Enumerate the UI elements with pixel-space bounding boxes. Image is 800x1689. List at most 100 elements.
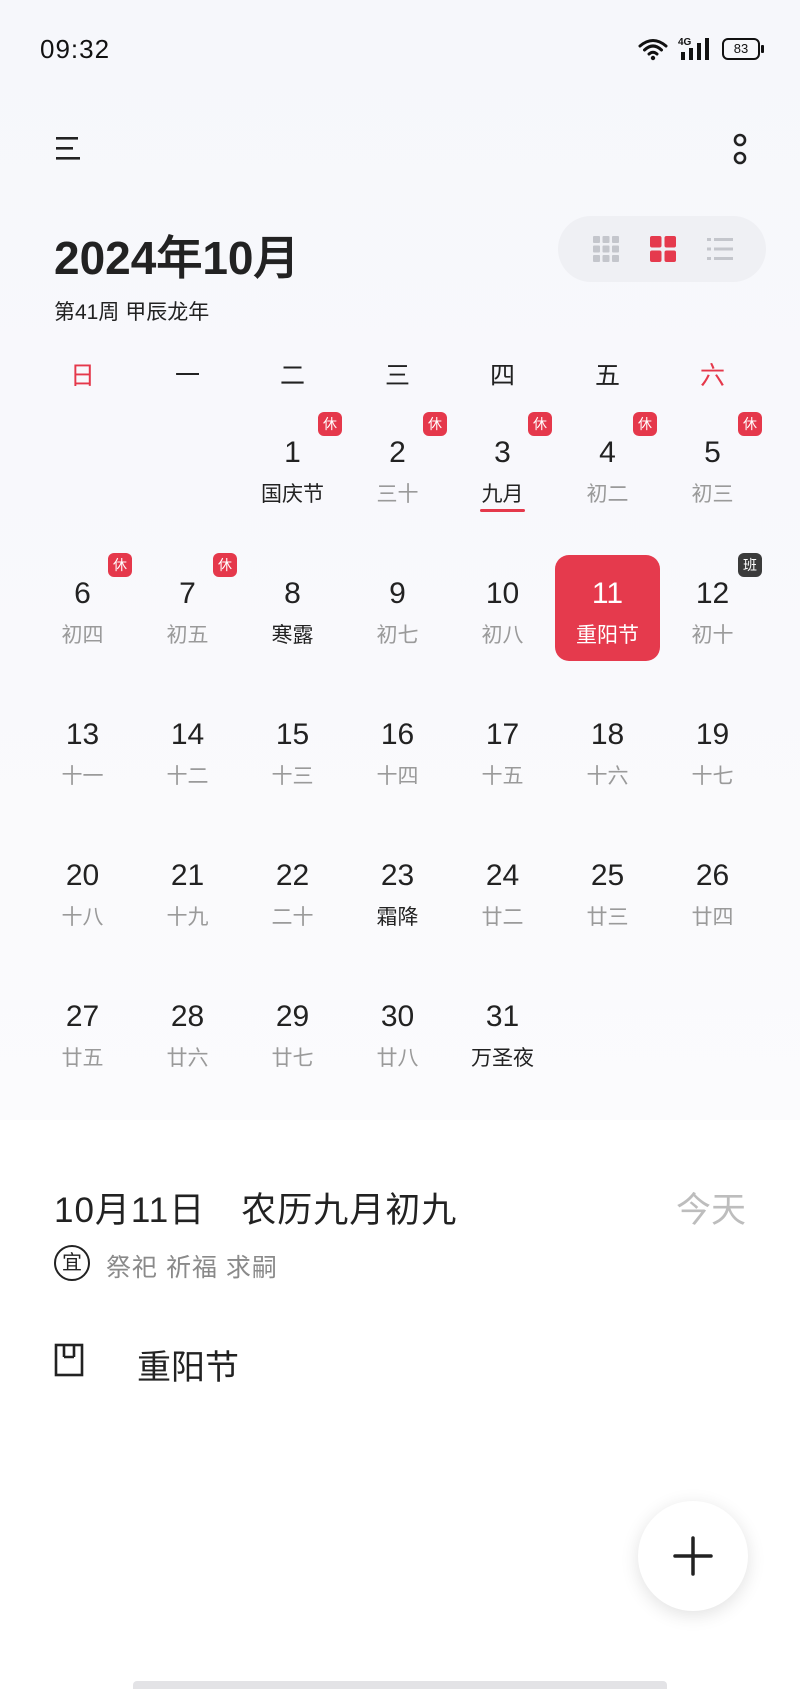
day-cell-14[interactable]: 14 十二 xyxy=(135,696,240,802)
view-list-button[interactable] xyxy=(704,233,736,265)
day-number: 26 xyxy=(695,859,730,892)
day-number: 5 xyxy=(704,436,721,469)
lunar-label: 廿二 xyxy=(481,906,524,929)
day-number: 13 xyxy=(65,718,100,751)
network-type: 4G xyxy=(678,37,692,48)
day-number: 25 xyxy=(590,859,625,892)
day-number: 2 xyxy=(389,436,406,469)
day-cell-15[interactable]: 15 十三 xyxy=(240,696,345,802)
selected-date: 10月11日 农历九月初九 xyxy=(54,1191,458,1230)
lunar-label: 十四 xyxy=(376,765,419,788)
day-number: 19 xyxy=(695,718,730,751)
battery-level: 83 xyxy=(733,41,749,56)
day-number: 4 xyxy=(599,436,616,469)
battery-icon: 83 xyxy=(722,38,764,60)
weekday-mon: 一 xyxy=(174,362,200,390)
holiday-badge: 休 xyxy=(108,553,132,577)
day-cell-27[interactable]: 27 廿五 xyxy=(30,978,135,1084)
view-grid-button[interactable] xyxy=(647,233,679,265)
day-cell-31[interactable]: 31 万圣夜 xyxy=(450,978,555,1084)
day-number: 6 xyxy=(74,577,91,610)
lunar-label: 初八 xyxy=(481,624,524,647)
day-cell-6[interactable]: 6 初四 休 xyxy=(30,553,135,661)
weekday-fri: 五 xyxy=(594,362,620,390)
weekday-sat: 六 xyxy=(699,362,725,390)
day-cell-28[interactable]: 28 廿六 xyxy=(135,978,240,1084)
day-cell-4[interactable]: 4 初二 休 xyxy=(555,412,660,520)
day-cell-2[interactable]: 2 三十 休 xyxy=(345,412,450,520)
day-cell-21[interactable]: 21 十九 xyxy=(135,837,240,943)
holiday-badge: 休 xyxy=(738,412,762,436)
more-button[interactable] xyxy=(728,132,752,168)
today-button[interactable]: 今天 xyxy=(676,1182,746,1233)
day-number: 24 xyxy=(485,859,520,892)
day-number: 20 xyxy=(65,859,100,892)
lunar-label: 十二 xyxy=(166,765,209,788)
holiday-name[interactable]: 重阳节 xyxy=(137,1340,239,1389)
day-cell-16[interactable]: 16 十四 xyxy=(345,696,450,802)
lunar-label: 廿六 xyxy=(166,1047,209,1070)
lunar-label: 十一 xyxy=(61,765,104,788)
day-cell-12[interactable]: 12 初十 班 xyxy=(660,553,765,661)
lunar-label: 初三 xyxy=(691,483,734,506)
day-cell-13[interactable]: 13 十一 xyxy=(30,696,135,802)
yi-activities: 祭祀 祈福 求嗣 xyxy=(106,1254,278,1282)
lunar-label: 初四 xyxy=(61,624,104,647)
day-cell-25[interactable]: 25 廿三 xyxy=(555,837,660,943)
day-cell-17[interactable]: 17 十五 xyxy=(450,696,555,802)
day-cell-1[interactable]: 1 国庆节 休 xyxy=(240,412,345,520)
day-cell-7[interactable]: 7 初五 休 xyxy=(135,553,240,661)
day-cell-18[interactable]: 18 十六 xyxy=(555,696,660,802)
dense-grid-icon xyxy=(593,236,619,262)
day-number: 16 xyxy=(380,718,415,751)
holiday-badge: 休 xyxy=(528,412,552,436)
lunar-label: 初二 xyxy=(586,483,629,506)
day-cell-30[interactable]: 30 廿八 xyxy=(345,978,450,1084)
day-cell-8[interactable]: 8 寒露 xyxy=(240,555,345,661)
day-cell-19[interactable]: 19 十七 xyxy=(660,696,765,802)
lunar-label: 十八 xyxy=(61,906,104,929)
day-cell-22[interactable]: 22 二十 xyxy=(240,837,345,943)
day-number: 12 xyxy=(695,577,730,610)
lunar-label: 廿五 xyxy=(61,1047,104,1070)
lunar-label: 重阳节 xyxy=(576,624,639,647)
day-number: 7 xyxy=(179,577,196,610)
menu-button[interactable] xyxy=(54,134,82,162)
weekday-tue: 二 xyxy=(279,362,305,390)
day-cell-3[interactable]: 3 九月 休 xyxy=(450,412,555,520)
cellular-signal-icon: 4G xyxy=(678,37,709,60)
day-cell-11[interactable]: 11 重阳节 xyxy=(555,555,660,661)
day-cell-5[interactable]: 5 初三 休 xyxy=(660,412,765,520)
day-cell-10[interactable]: 10 初八 xyxy=(450,555,555,661)
view-dense-grid-button[interactable] xyxy=(590,233,622,265)
day-cell-29[interactable]: 29 廿七 xyxy=(240,978,345,1084)
lunar-label: 初七 xyxy=(376,624,419,647)
month-title[interactable]: 2024年10月 xyxy=(54,222,300,288)
day-number: 29 xyxy=(275,1000,310,1033)
day-cell-9[interactable]: 9 初七 xyxy=(345,555,450,661)
week-info: 第41周 甲辰龙年 xyxy=(54,301,210,324)
day-number: 28 xyxy=(170,1000,205,1033)
day-cell-20[interactable]: 20 十八 xyxy=(30,837,135,943)
day-cell-23[interactable]: 23 霜降 xyxy=(345,837,450,943)
lunar-label: 十三 xyxy=(271,765,314,788)
day-number: 17 xyxy=(485,718,520,751)
day-number: 3 xyxy=(494,436,511,469)
day-number: 11 xyxy=(591,577,624,610)
lunar-label: 初五 xyxy=(166,624,209,647)
lunar-label: 九月 xyxy=(481,483,524,506)
day-number: 18 xyxy=(590,718,625,751)
weekday-wed: 三 xyxy=(384,362,410,390)
lunar-label: 廿八 xyxy=(376,1047,419,1070)
add-event-button[interactable] xyxy=(638,1501,748,1611)
plus-icon xyxy=(673,1536,713,1576)
holiday-flag-icon xyxy=(54,1343,84,1377)
day-cell-26[interactable]: 26 廿四 xyxy=(660,837,765,943)
holiday-badge: 休 xyxy=(423,412,447,436)
day-number: 1 xyxy=(284,436,301,469)
status-bar: 09:32 4G 83 xyxy=(0,0,800,100)
lunar-label: 三十 xyxy=(376,483,419,506)
lunar-label: 国庆节 xyxy=(261,483,324,506)
day-number: 31 xyxy=(485,1000,520,1033)
day-cell-24[interactable]: 24 廿二 xyxy=(450,837,555,943)
